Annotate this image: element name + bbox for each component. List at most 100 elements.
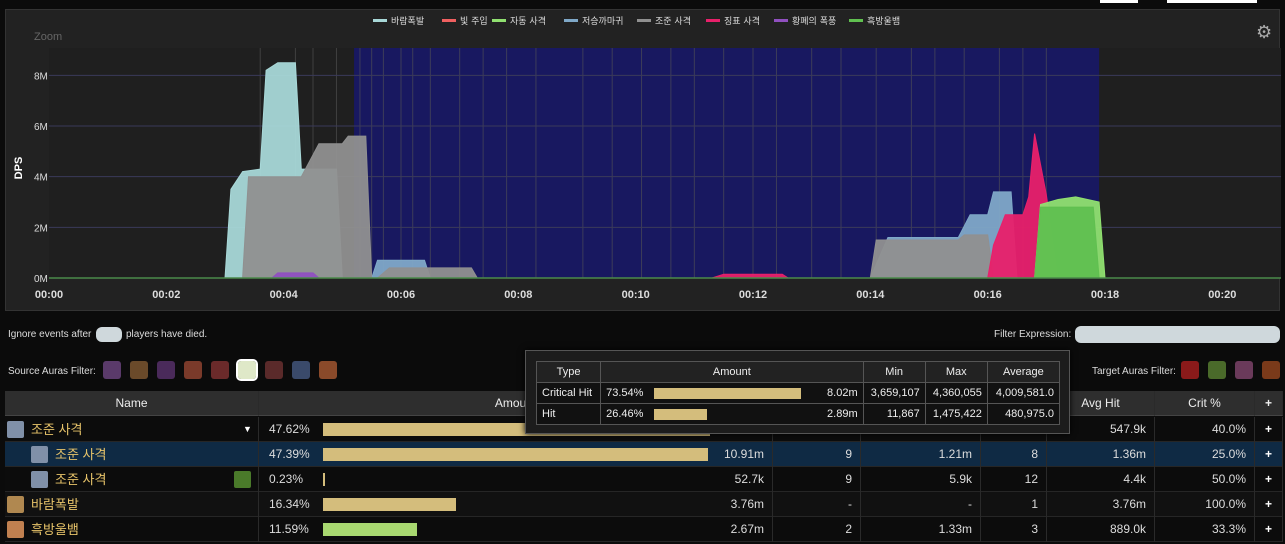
- source-aura-icon[interactable]: [211, 361, 229, 379]
- legend-label[interactable]: 저승까마귀: [582, 16, 623, 27]
- legend-swatch[interactable]: [492, 19, 506, 22]
- source-aura-icon[interactable]: [292, 361, 310, 379]
- source-aura-icon[interactable]: [130, 361, 148, 379]
- filter-expression-input[interactable]: [1075, 326, 1280, 343]
- legend-swatch[interactable]: [706, 19, 720, 22]
- spell-icon: [31, 471, 48, 488]
- legend-label[interactable]: 자동 사격: [510, 15, 546, 27]
- amount-percent: 11.59%: [269, 522, 309, 536]
- dead-players-input[interactable]: [96, 327, 122, 342]
- table-row[interactable]: 바람폭발 16.34% 3.76m - -1 3.76m 100.0% +: [5, 492, 1283, 517]
- source-aura-icon[interactable]: [157, 361, 175, 379]
- header-name[interactable]: Name: [5, 391, 259, 416]
- x-tick-label: 00:16: [974, 289, 1002, 301]
- table-row[interactable]: 조준 사격 0.23% 52.7k 9 5.9k 12 4.4k 50.0% +: [5, 467, 1283, 492]
- spell-icon: [7, 496, 24, 513]
- spell-name: 조준 사격: [55, 472, 107, 487]
- cell-casts: 2: [773, 517, 861, 542]
- tooltip-header-type: Type: [535, 361, 602, 383]
- tooltip-max: 1,475,422: [924, 403, 988, 425]
- expand-row-button[interactable]: +: [1255, 492, 1283, 517]
- legend-label[interactable]: 징표 사격: [724, 15, 760, 27]
- cell-avg-hit: 1.36m: [1047, 442, 1155, 467]
- spell-icon: [7, 521, 24, 538]
- cell-crit: 100.0%: [1155, 492, 1255, 517]
- cell-name[interactable]: 바람폭발: [5, 492, 259, 517]
- amount-value: 52.7k: [734, 472, 764, 486]
- amount-value: 3.76m: [730, 497, 764, 511]
- expand-row-button[interactable]: +: [1255, 517, 1283, 542]
- target-aura-icon[interactable]: [1181, 361, 1199, 379]
- legend-label[interactable]: 황폐의 폭풍: [792, 15, 836, 27]
- expand-row-button[interactable]: +: [1255, 442, 1283, 467]
- tooltip-bar: [654, 387, 802, 399]
- target-auras-label: Target Auras Filter:: [1092, 366, 1176, 377]
- target-aura-icon[interactable]: [1262, 361, 1280, 379]
- filter-expression-label: Filter Expression:: [994, 329, 1072, 340]
- table-row[interactable]: 조준 사격 47.39% 10.91m 9 1.21m 8 1.36m 25.0% +: [5, 442, 1283, 467]
- tooltip-row: Critical Hit 73.54% 8.02m 3,659,107 4,360,05…: [535, 382, 1061, 404]
- cell-crit: 25.0%: [1155, 442, 1255, 467]
- y-tick-label: 4M: [34, 173, 48, 184]
- source-aura-icon[interactable]: [184, 361, 202, 379]
- top-input-wide[interactable]: [1167, 0, 1257, 3]
- source-aura-icon[interactable]: [236, 359, 258, 381]
- amount-bar: [323, 523, 417, 536]
- gear-icon[interactable]: ⚙: [1256, 23, 1274, 41]
- legend-swatch[interactable]: [373, 19, 387, 22]
- x-tick-label: 00:08: [504, 289, 532, 301]
- top-input-small[interactable]: [1100, 0, 1138, 3]
- cell-amount: 16.34% 3.76m: [259, 492, 773, 517]
- legend-swatch[interactable]: [442, 19, 456, 22]
- dps-chart[interactable]: 8M 6M 4M 2M 0M 00:00 00:02 00:04 00:06 00:08 00:10…: [6, 10, 1281, 312]
- legend-label[interactable]: 흑방울뱀: [867, 15, 900, 27]
- header-crit[interactable]: Crit %: [1155, 391, 1255, 416]
- cell-avg-hit: 3.76m: [1047, 492, 1155, 517]
- y-tick-label: 8M: [34, 71, 48, 82]
- amount-value: 10.91m: [723, 447, 764, 461]
- x-tick-label: 00:04: [270, 289, 299, 301]
- zoom-label: Zoom: [34, 31, 62, 43]
- legend-swatch[interactable]: [849, 19, 863, 22]
- legend-swatch[interactable]: [774, 19, 788, 22]
- tooltip-header-min: Min: [862, 361, 926, 383]
- legend-swatch[interactable]: [564, 19, 578, 22]
- tooltip-amount: 8.02m: [827, 387, 858, 399]
- legend-swatch[interactable]: [637, 19, 651, 22]
- tooltip-min: 3,659,107: [862, 382, 926, 404]
- hit-type-tooltip: Type Amount Min Max Average Critical Hit…: [525, 350, 1070, 434]
- header-expand-button[interactable]: +: [1255, 391, 1283, 416]
- spell-name: 조준 사격: [55, 447, 107, 462]
- x-tick-label: 00:12: [739, 289, 767, 301]
- cell-avg-hit: 4.4k: [1047, 467, 1155, 492]
- legend-label[interactable]: 빛 주입: [460, 15, 488, 27]
- cell-casts: 9: [773, 442, 861, 467]
- tooltip-min: 11,867: [862, 403, 926, 425]
- tooltip-average: 4,009,581.0: [986, 382, 1061, 404]
- target-aura-icon[interactable]: [1235, 361, 1253, 379]
- source-aura-icon[interactable]: [319, 361, 337, 379]
- source-aura-icon[interactable]: [265, 361, 283, 379]
- dps-chart-panel: 8M 6M 4M 2M 0M 00:00 00:02 00:04 00:06 00:08 00:10…: [5, 9, 1281, 312]
- spell-icon: [31, 446, 48, 463]
- spell-name: 조준 사격: [31, 422, 83, 437]
- legend-label[interactable]: 조준 사격: [655, 15, 691, 27]
- expand-row-button[interactable]: +: [1255, 417, 1283, 442]
- cell-name[interactable]: 조준 사격: [5, 467, 259, 492]
- cell-name[interactable]: 흑방울뱀: [5, 517, 259, 542]
- legend-label[interactable]: 바람폭발: [391, 15, 424, 27]
- target-aura-icon[interactable]: [1208, 361, 1226, 379]
- cell-name[interactable]: 조준 사격: [5, 442, 259, 467]
- y-tick-label: 0M: [34, 274, 48, 285]
- cell-casts: -: [773, 492, 861, 517]
- source-auras-label: Source Auras Filter:: [8, 366, 96, 377]
- source-aura-icon[interactable]: [103, 361, 121, 379]
- amount-value: 2.67m: [730, 522, 764, 536]
- tooltip-max: 4,360,055: [924, 382, 988, 404]
- expand-row-button[interactable]: +: [1255, 467, 1283, 492]
- cell-name[interactable]: 조준 사격 ▼: [5, 417, 259, 442]
- cell-avg-cast: 1.21m: [861, 442, 981, 467]
- chevron-down-icon[interactable]: ▼: [243, 417, 252, 442]
- table-row[interactable]: 흑방울뱀 11.59% 2.67m 2 1.33m 3 889.0k 33.3% +: [5, 517, 1283, 542]
- spell-name: 바람폭발: [31, 497, 79, 512]
